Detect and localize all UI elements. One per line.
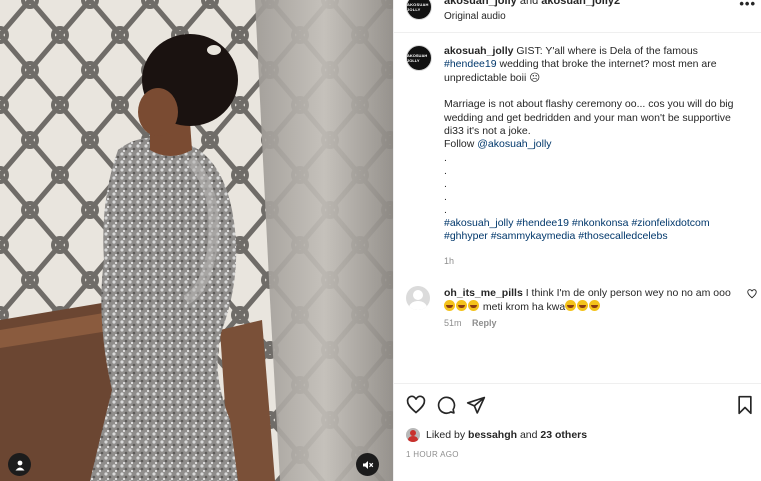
heart-icon: [406, 395, 426, 414]
caption-paragraph-2: Marriage is not about flashy ceremony oo…: [444, 98, 734, 138]
save-button[interactable]: [736, 395, 754, 418]
caption-hashtag[interactable]: #ghhyper: [444, 230, 488, 242]
muted-speaker-icon: [362, 460, 373, 469]
author-username[interactable]: akosuah_jolly: [444, 0, 517, 7]
likes-joiner: and: [519, 429, 538, 441]
caption-timestamp[interactable]: 1h: [444, 256, 454, 266]
comment-text-1: I think I'm de only person wey no no am …: [525, 287, 731, 299]
caption-avatar-logo-text: AKOSUAH JOLLY: [407, 53, 428, 63]
caption-follow-line: Follow @akosuah_jolly: [444, 138, 744, 151]
caption-dot: .: [444, 203, 447, 216]
caption-hashtags-1: #akosuah_jolly #hendee19 #nkonkonsa #zio…: [444, 217, 744, 230]
laughing-emoji-icon: [577, 300, 589, 312]
likes-others[interactable]: 23 others: [540, 429, 587, 441]
caption-hashtag[interactable]: #thosecalledcelebs: [578, 230, 667, 242]
post-actions: Liked by bessahgh and 23 others 1 HOUR A…: [394, 383, 761, 481]
caption-dot: .: [444, 190, 447, 203]
comment-text-2: meti krom ha kwa: [482, 301, 566, 314]
commenter-avatar[interactable]: [406, 286, 430, 310]
mute-button[interactable]: [356, 453, 379, 476]
comment-button[interactable]: [436, 395, 456, 418]
caption-paragraph-1: akosuah_jolly GIST: Y'all where is Dela …: [444, 45, 744, 85]
caption-dot: .: [444, 164, 447, 177]
caption-hashtag[interactable]: #hendee19: [516, 217, 569, 229]
caption-dot: .: [444, 177, 447, 190]
laughing-emoji-icon: [456, 300, 467, 312]
liker-avatar[interactable]: [406, 428, 420, 442]
reply-button[interactable]: Reply: [472, 318, 497, 328]
caption-avatar[interactable]: AKOSUAH JOLLY: [406, 45, 432, 71]
post-media[interactable]: [0, 0, 393, 481]
liker-username[interactable]: bessahgh: [468, 429, 517, 441]
comment-timestamp[interactable]: 51m: [444, 318, 462, 328]
author-avatar[interactable]: AKOSUAH JOLLY: [406, 0, 432, 20]
caption-hashtag[interactable]: #sammykaymedia: [491, 230, 576, 242]
likes-prefix: Liked by: [426, 429, 466, 441]
caption-dot: .: [444, 151, 447, 164]
laughing-emoji-icon: [589, 300, 601, 312]
caption-username[interactable]: akosuah_jolly: [444, 45, 513, 57]
comment: oh_its_me_pills I think I'm de only pers…: [444, 287, 739, 315]
avatar-logo-text: AKOSUAH JOLLY: [407, 2, 429, 12]
author-joiner: and: [519, 0, 539, 7]
laughing-emoji-icon: [565, 300, 577, 312]
caption-hashtag[interactable]: #akosuah_jolly: [444, 217, 513, 229]
post-side-panel: AKOSUAH JOLLY akosuah_jolly and akosuah_…: [393, 0, 761, 481]
comment-like-button[interactable]: [747, 289, 757, 302]
user-icon: [15, 460, 24, 470]
laughing-emoji-icon: [444, 300, 455, 312]
laughing-emoji-icon: [468, 300, 479, 312]
post-date[interactable]: 1 HOUR AGO: [406, 450, 459, 459]
bookmark-icon: [738, 395, 752, 415]
comment-icon: [437, 396, 456, 415]
follow-handle[interactable]: @akosuah_jolly: [477, 138, 551, 150]
author-names: akosuah_jolly and akosuah_jolly2: [444, 0, 620, 7]
likes-summary: Liked by bessahgh and 23 others: [406, 428, 587, 442]
video-frame: [0, 0, 393, 481]
caption-hashtag[interactable]: #nkonkonsa: [572, 217, 629, 229]
post-header: AKOSUAH JOLLY akosuah_jolly and akosuah_…: [394, 0, 761, 33]
more-icon: •••: [739, 0, 756, 11]
post-caption: akosuah_jolly GIST: Y'all where is Dela …: [444, 45, 744, 244]
caption-hashtag[interactable]: #zionfelixdotcom: [631, 217, 709, 229]
follow-label: Follow: [444, 138, 475, 151]
comment-meta: 51m Reply: [444, 318, 497, 328]
tagged-users-button[interactable]: [8, 453, 31, 476]
heart-icon: [747, 289, 757, 299]
caption-hashtags-2: #ghhyper #sammykaymedia #thosecalledcele…: [444, 230, 744, 243]
coauthor-username[interactable]: akosuah_jolly2: [541, 0, 620, 7]
more-options-button[interactable]: •••: [739, 0, 756, 11]
caption-text-1: GIST: Y'all where is Dela of the famous: [516, 45, 698, 57]
share-button[interactable]: [466, 395, 486, 418]
audio-link[interactable]: Original audio: [444, 11, 506, 22]
like-button[interactable]: [406, 395, 426, 418]
send-icon: [466, 396, 486, 414]
commenter-username[interactable]: oh_its_me_pills: [444, 287, 523, 299]
caption-hashtag[interactable]: #hendee19: [444, 58, 497, 70]
